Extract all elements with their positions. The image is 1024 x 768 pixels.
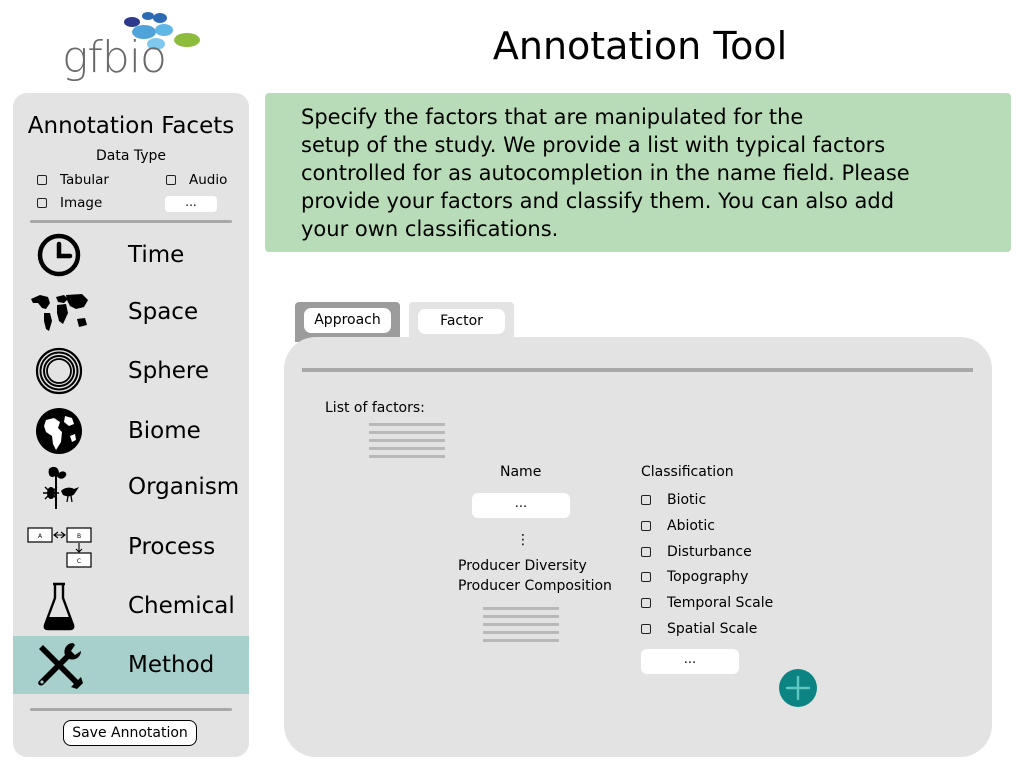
temporal-scale-checkbox[interactable] [641,598,651,608]
facet-method[interactable]: Method [13,636,249,694]
factor-panel: List of factors: Name ... ⋮ Producer Div… [284,337,992,757]
info-box: Specify the factors that are manipulated… [265,93,1011,252]
process-node-c: C [77,558,81,565]
image-label: Image [60,195,103,211]
logo-text: gfbio [62,32,167,83]
tab-factor[interactable]: Factor [409,302,514,342]
facet-biome[interactable]: Biome [13,402,249,460]
audio-checkbox[interactable] [166,175,176,185]
facet-label: Chemical [128,593,235,619]
classification-spatial-scale[interactable]: Spatial Scale [641,621,757,637]
tabular-checkbox[interactable] [37,175,47,185]
app-title: Annotation Tool [492,24,788,68]
suggestions-list-placeholder [483,607,559,647]
organisms-icon [27,462,91,512]
topography-label: Topography [667,569,749,585]
abiotic-label: Abiotic [667,518,715,534]
facet-organism[interactable]: Organism [13,458,249,516]
biotic-checkbox[interactable] [641,495,651,505]
data-type-label: Data Type [95,148,167,164]
facet-sphere[interactable]: Sphere [13,342,249,400]
suggestion-item[interactable]: Producer Composition [458,578,612,594]
image-checkbox[interactable] [37,198,47,208]
classification-custom-input[interactable]: ... [641,649,739,674]
facet-label: Time [128,242,185,268]
disturbance-checkbox[interactable] [641,547,651,557]
tabular-label: Tabular [60,172,109,188]
sidebar: Annotation Facets Data Type Tabular Audi… [13,93,249,757]
sidebar-divider-bottom [30,708,232,711]
name-input[interactable]: ... [472,493,570,518]
name-label: Name [500,464,542,480]
world-map-icon [27,287,91,337]
process-node-b: B [77,533,81,540]
facet-label: Process [128,534,216,560]
classification-disturbance[interactable]: Disturbance [641,544,752,560]
facet-label: Space [128,299,199,325]
panel-divider [302,368,973,372]
tools-icon [27,640,91,690]
factors-list-placeholder [369,423,445,463]
classification-abiotic[interactable]: Abiotic [641,518,715,534]
tab-approach[interactable]: Approach [295,302,400,342]
abiotic-checkbox[interactable] [641,521,651,531]
classification-biotic[interactable]: Biotic [641,492,706,508]
concentric-circles-icon [27,346,91,396]
facet-chemical[interactable]: Chemical [13,577,249,635]
facet-label: Biome [128,418,201,444]
tab-approach-label: Approach [304,308,391,333]
temporal-scale-label: Temporal Scale [667,595,774,611]
gfbio-logo: gfbio [60,8,210,83]
save-annotation-button[interactable]: Save Annotation [63,720,197,746]
disturbance-label: Disturbance [667,544,752,560]
facet-label: Sphere [128,358,210,384]
info-text: Specify the factors that are manipulated… [301,105,910,241]
classification-topography[interactable]: Topography [641,569,748,585]
spatial-scale-checkbox[interactable] [641,624,651,634]
clock-icon [27,230,91,280]
more-suggestions-indicator: ⋮ [516,532,530,548]
plus-icon [785,675,811,701]
tab-factor-label: Factor [418,309,505,334]
add-factor-button[interactable] [779,669,817,707]
suggestion-item[interactable]: Producer Diversity [458,558,587,574]
sidebar-divider-top [30,220,232,223]
facet-time[interactable]: Time [13,226,249,284]
classification-temporal-scale[interactable]: Temporal Scale [641,595,773,611]
facet-process[interactable]: A B C Process [13,518,249,576]
data-type-more-input[interactable]: ... [165,196,217,212]
facet-label: Organism [128,474,240,500]
audio-label: Audio [189,172,228,188]
process-diagram-icon: A B C [25,522,95,572]
data-type-tabular[interactable]: Tabular [37,172,109,188]
data-type-image[interactable]: Image [37,195,102,211]
list-of-factors-label: List of factors: [325,400,425,416]
spatial-scale-label: Spatial Scale [667,621,758,637]
flask-icon [27,581,91,631]
facet-label: Method [128,652,215,678]
topography-checkbox[interactable] [641,572,651,582]
facet-space[interactable]: Space [13,283,249,341]
sidebar-title: Annotation Facets [27,113,235,139]
classification-label: Classification [641,464,734,480]
biotic-label: Biotic [667,492,707,508]
data-type-audio[interactable]: Audio [166,172,227,188]
globe-icon [27,406,91,456]
